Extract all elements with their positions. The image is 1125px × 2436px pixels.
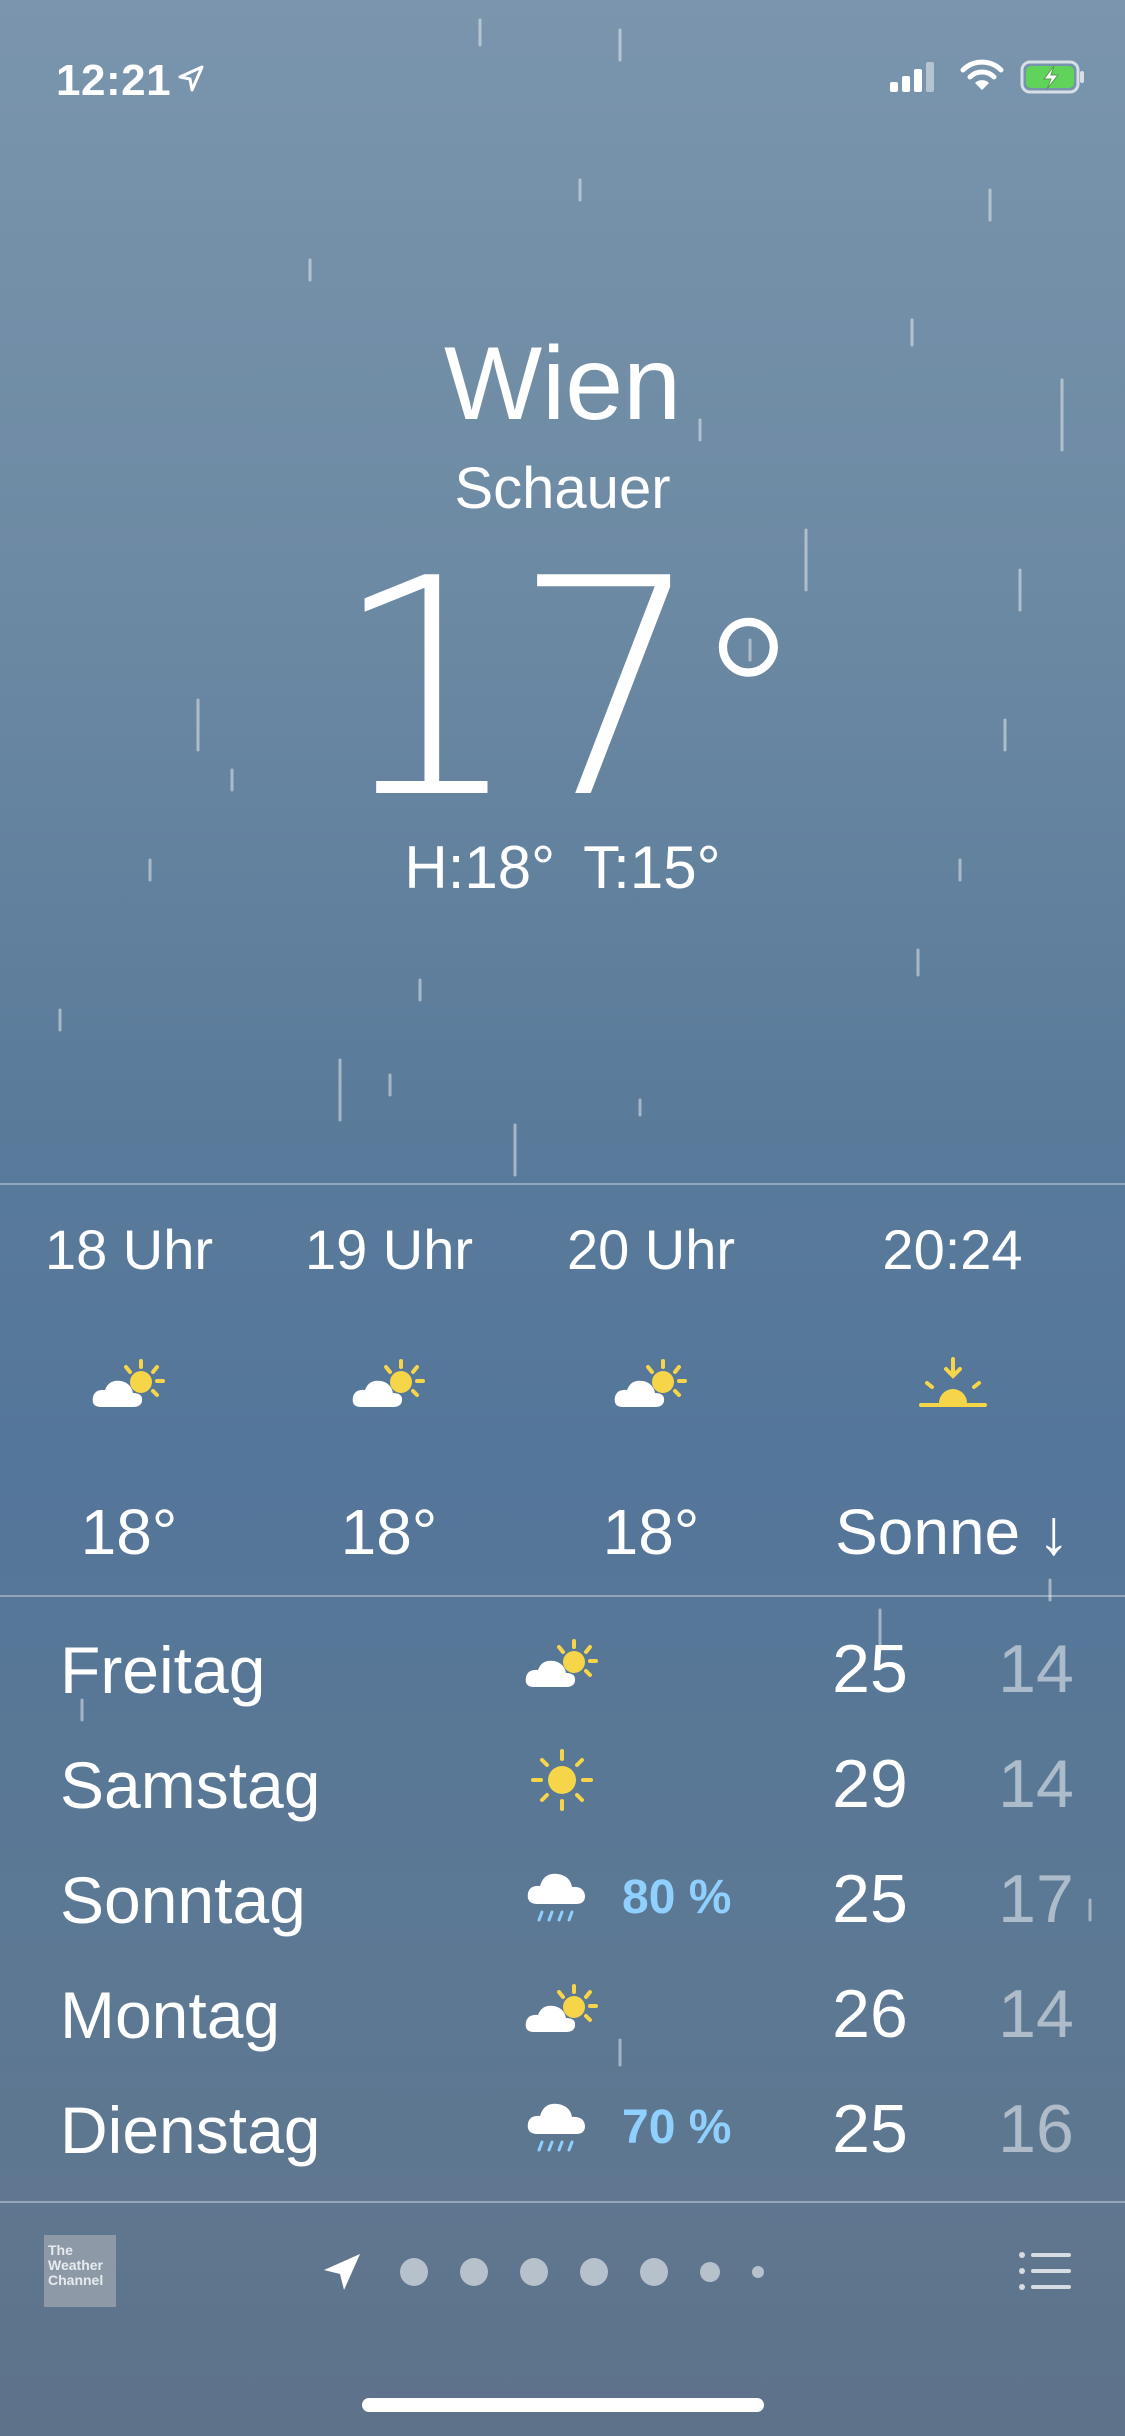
day-name: Sonntag [60,1863,306,1937]
low-temp: 17 [998,1861,1074,1937]
daily-row: Montag 26 14 [60,1965,1074,2065]
high-temperature: H:18° [404,834,556,901]
cellular-signal-icon [890,62,934,92]
high-low: H:18° T:15° [0,833,1125,902]
partly-sunny-icon [614,1359,687,1407]
hour-temperature: 18° [340,1496,438,1568]
day-name: Samstag [60,1748,321,1822]
page-dot[interactable] [400,2258,428,2286]
daily-row: Freitag 25 14 [60,1620,1074,1720]
day-name: Dienstag [60,2093,321,2167]
page-dot[interactable] [700,2262,720,2282]
hourly-item: 20 Uhr 18° [531,1215,771,1569]
hour-label: 18 Uhr [44,1218,214,1281]
hour-temperature: 18° [602,1496,700,1568]
page-indicator[interactable] [320,2250,780,2294]
hour-temperature: 18° [80,1496,178,1568]
low-temp: 14 [998,1746,1074,1822]
degree-symbol: ° [693,572,803,828]
low-temperature: T:15° [583,834,721,901]
high-temp: 26 [832,1976,908,2052]
hour-label: 20 Uhr [566,1218,736,1281]
hourly-item-sunset: 20:24 Sonne ↓ [795,1215,1110,1569]
sunset-time: 20:24 [882,1218,1023,1281]
high-temp: 25 [832,2091,908,2167]
sunset-icon [918,1357,987,1407]
divider-middle [0,1595,1125,1597]
battery-charging-icon [1020,60,1084,94]
day-name: Montag [60,1978,281,2052]
current-temperature: 17° [0,540,1125,840]
precip-chance: 70 % [622,2101,732,2154]
bottom-toolbar: The Weather Channel [0,2205,1125,2345]
page-dot[interactable] [580,2258,608,2286]
partly-sunny-icon [352,1359,425,1407]
high-temp: 25 [832,1861,908,1937]
high-temp: 25 [832,1631,908,1707]
partly-sunny-icon [525,1984,598,2032]
city-list-icon[interactable] [1018,2249,1072,2293]
low-temp: 16 [998,2091,1074,2167]
daily-row: Sonntag 80 % 25 17 [60,1850,1074,1950]
page-dot[interactable] [460,2258,488,2286]
partly-sunny-icon [92,1359,165,1407]
sunset-label: Sonne ↓ [835,1496,1070,1568]
high-temp: 29 [832,1746,908,1822]
status-bar: 12:21 [0,0,1125,140]
home-indicator[interactable] [362,2398,764,2412]
precip-chance: 80 % [622,1871,732,1924]
rain-cloud-icon [527,2103,585,2152]
current-location-icon[interactable] [320,2250,364,2294]
divider-top [0,1183,1125,1185]
page-dot[interactable] [752,2266,764,2278]
weather-channel-logo[interactable]: The Weather Channel [44,2235,116,2307]
page-dot[interactable] [520,2258,548,2286]
rain-cloud-icon [527,1873,585,1922]
status-time: 12:21 [56,56,172,105]
low-temp: 14 [998,1631,1074,1707]
current-condition: Schauer [454,456,671,521]
hour-label: 19 Uhr [304,1218,474,1281]
partly-sunny-icon [525,1639,598,1687]
location-arrow-icon [178,65,204,92]
wifi-icon [960,59,1004,90]
day-name: Freitag [60,1633,266,1707]
hourly-item: 19 Uhr 18° [269,1215,509,1569]
page-dot[interactable] [640,2258,668,2286]
sun-icon [531,1749,593,1811]
current-temperature-value: 17 [331,515,704,864]
hourly-item: 18 Uhr 18° [9,1215,249,1569]
daily-row: Dienstag 70 % 25 16 [60,2080,1074,2180]
low-temp: 14 [998,1976,1074,2052]
divider-bottom [0,2201,1125,2203]
daily-row: Samstag 29 14 [60,1735,1074,1835]
city-name: Wien [444,326,681,442]
